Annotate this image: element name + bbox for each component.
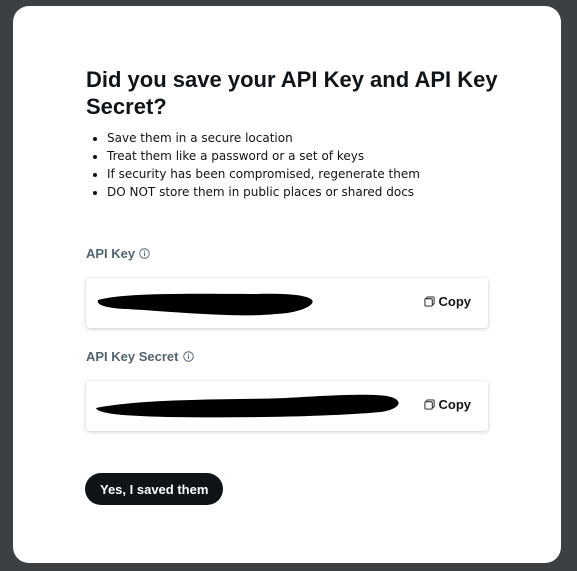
api-key-label-text: API Key [86,246,136,261]
api-key-secret-label: API Key Secret [86,349,194,364]
dialog-title: Did you save your API Key and API Key Se… [86,67,498,119]
copy-label: Copy [438,397,472,412]
api-key-secret-label-text: API Key Secret [86,349,179,364]
api-key-field: Copy [86,278,488,328]
info-icon[interactable] [139,248,150,259]
confirm-saved-button[interactable]: Yes, I saved them [85,473,224,505]
list-item: Treat them like a password or a set of k… [107,147,420,165]
copy-icon [423,296,435,307]
list-item: Save them in a secure location [107,129,420,147]
list-item: DO NOT store them in public places or sh… [107,183,420,201]
list-item: If security has been compromised, regene… [107,165,420,183]
api-key-label: API Key [86,246,150,261]
copy-api-key-button[interactable]: Copy [423,294,472,309]
copy-icon [423,399,435,410]
copy-label: Copy [438,294,472,309]
info-icon[interactable] [182,351,194,362]
security-tips-list: Save them in a secure location Treat the… [86,129,420,201]
save-keys-dialog: Did you save your API Key and API Key Se… [13,6,561,563]
copy-api-key-secret-button[interactable]: Copy [423,397,472,412]
api-key-secret-field: Copy [86,381,488,431]
